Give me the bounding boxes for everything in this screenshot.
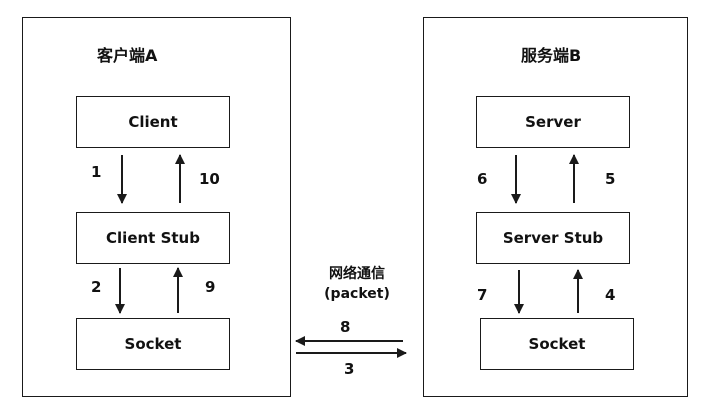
step-label-4: 4 [605,286,616,304]
rpc-flow-diagram: 客户端A Client Client Stub Socket 1 10 2 9 … [0,0,705,410]
client-stub-box: Client Stub [76,212,230,264]
step-label-2: 2 [91,278,102,296]
server-socket-box: Socket [480,318,634,370]
client-panel-title: 客户端A [97,46,158,65]
network-label: 网络通信 (packet) [296,263,418,302]
step-label-1: 1 [91,163,102,181]
step-label-3: 3 [344,360,355,378]
client-socket-box: Socket [76,318,230,370]
step-label-8: 8 [340,318,351,336]
network-label-line2: (packet) [324,286,390,302]
step-label-5: 5 [605,170,616,188]
server-box: Server [476,96,630,148]
server-panel-title: 服务端B [521,46,582,65]
server-stub-box: Server Stub [476,212,630,264]
network-label-line1: 网络通信 [329,266,385,282]
step-label-6: 6 [477,170,488,188]
step-label-7: 7 [477,286,488,304]
step-label-9: 9 [205,278,216,296]
step-label-10: 10 [199,170,220,188]
client-box: Client [76,96,230,148]
